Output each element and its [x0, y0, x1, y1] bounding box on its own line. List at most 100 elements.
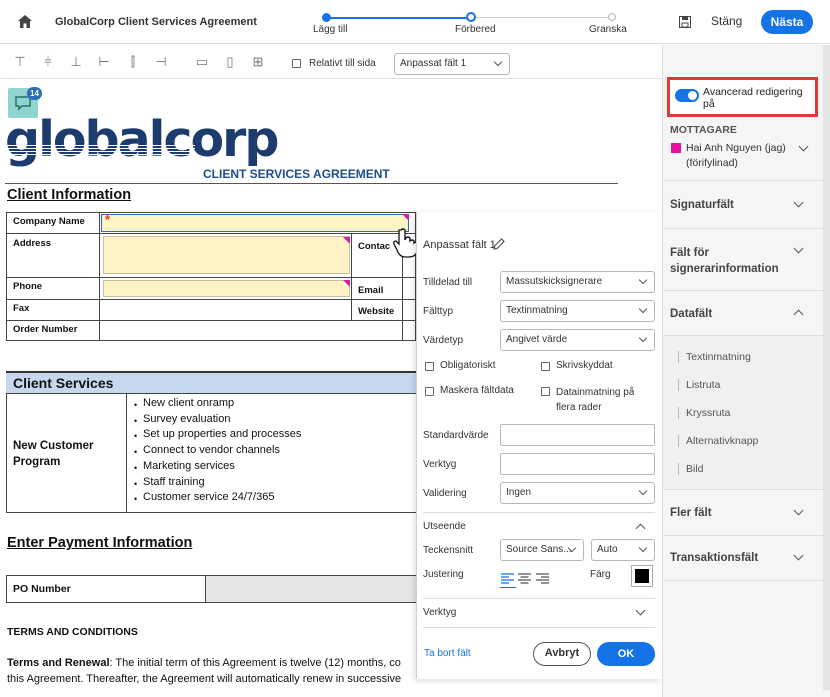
- relative-to-page-checkbox[interactable]: [292, 59, 301, 68]
- align-middle-icon[interactable]: ⫩: [41, 55, 55, 69]
- data-field-radio-button[interactable]: Alternativknapp: [686, 435, 758, 447]
- more-fields-section[interactable]: Fler fält: [670, 507, 712, 519]
- step-2-label[interactable]: Förbered: [455, 24, 496, 35]
- service-list-item: New client onramp: [143, 397, 235, 409]
- cancel-button[interactable]: Avbryt: [533, 642, 591, 666]
- color-label: Färg: [590, 569, 611, 580]
- appearance-section[interactable]: Utseende: [423, 521, 466, 532]
- field-type-label: Fälttyp: [423, 306, 454, 317]
- phone-label: Phone: [13, 281, 43, 292]
- align-top-icon[interactable]: ⊤: [13, 55, 27, 69]
- order-number-label: Order Number: [13, 324, 78, 335]
- home-icon[interactable]: [18, 15, 32, 28]
- ok-button[interactable]: OK: [597, 642, 655, 666]
- transaction-fields-section[interactable]: Transaktionsfält: [670, 552, 758, 564]
- edit-pencil-icon[interactable]: [493, 238, 505, 250]
- next-button[interactable]: Nästa: [761, 10, 813, 34]
- font-select[interactable]: Source Sans...: [500, 539, 584, 561]
- value-type-value: Angivet värde: [506, 334, 568, 345]
- tooltip-input[interactable]: [500, 453, 655, 475]
- data-field-list-box[interactable]: Listruta: [686, 379, 720, 391]
- align-bottom-icon[interactable]: ⊥: [69, 55, 83, 69]
- fax-label: Fax: [13, 303, 30, 314]
- readonly-label: Skrivskyddat: [556, 360, 613, 371]
- color-swatch[interactable]: [631, 565, 653, 587]
- program-label: New Customer Program: [13, 440, 94, 468]
- signer-info-section[interactable]: Fält för signerarinformation: [670, 245, 780, 277]
- address-field[interactable]: [103, 236, 350, 274]
- alignment-label: Justering: [423, 569, 464, 580]
- table-divider: [126, 393, 127, 513]
- align-center-text-icon[interactable]: [518, 573, 531, 584]
- field-marker: [402, 214, 409, 221]
- signature-fields-section[interactable]: Signaturfält: [670, 199, 734, 211]
- address-label: Address: [13, 238, 52, 249]
- align-left-icon[interactable]: ⊢: [97, 55, 111, 69]
- step-1-label[interactable]: Lägg till: [313, 24, 347, 35]
- subtitle-rule: [5, 183, 618, 184]
- chevron-down-icon: [638, 486, 648, 496]
- step-3-label[interactable]: Granska: [589, 24, 627, 35]
- bullet-dot: •: [134, 415, 138, 426]
- agreement-title: GlobalCorp Client Services Agreement: [55, 16, 257, 28]
- delete-field-link[interactable]: Ta bort fält: [424, 648, 471, 659]
- data-field-checkbox[interactable]: Kryssruta: [686, 407, 730, 419]
- align-center-icon[interactable]: ⫿: [126, 55, 140, 69]
- client-services-heading: Client Services: [13, 375, 114, 391]
- field-type-select[interactable]: Textinmatning: [500, 300, 655, 322]
- sidebar-divider: [662, 228, 830, 229]
- company-name-field[interactable]: [101, 214, 409, 232]
- data-fields-section[interactable]: Datafält: [670, 308, 712, 320]
- service-list-item: Survey evaluation: [143, 412, 231, 425]
- list-indent-line: [678, 379, 679, 391]
- validation-value: Ingen: [506, 487, 532, 498]
- terms-paragraph: Terms and Renewal: The initial term of t…: [7, 655, 419, 695]
- service-list-item: Marketing services: [143, 459, 235, 472]
- align-right-icon[interactable]: ⊣: [154, 55, 168, 69]
- recipient-name[interactable]: Hai Anh Nguyen (jag): [686, 142, 786, 154]
- align-left-text-icon[interactable]: [501, 573, 514, 584]
- step-2-dot[interactable]: [466, 12, 476, 22]
- data-field-text-input[interactable]: Textinmatning: [686, 351, 751, 363]
- required-checkbox[interactable]: [425, 362, 434, 371]
- bullet-dot: •: [134, 431, 138, 442]
- panel-title: Anpassat fält 1: [423, 239, 496, 251]
- align-right-text-icon[interactable]: [536, 573, 549, 584]
- multiline-checkbox[interactable]: [541, 387, 550, 396]
- panel-divider: [423, 598, 655, 599]
- match-width-icon[interactable]: ▭: [195, 55, 209, 69]
- value-type-select[interactable]: Angivet värde: [500, 329, 655, 351]
- panel-divider: [423, 512, 655, 513]
- step-1-dot[interactable]: [322, 13, 331, 22]
- tools-section[interactable]: Verktyg: [423, 607, 456, 618]
- match-size-icon[interactable]: ⊞: [251, 55, 265, 69]
- save-icon[interactable]: [679, 16, 691, 28]
- website-label: Website: [358, 306, 395, 317]
- bullet-dot: •: [134, 400, 138, 410]
- phone-field[interactable]: [103, 280, 350, 297]
- validation-select[interactable]: Ingen: [500, 482, 655, 504]
- field-select-value: Anpassat fält 1: [400, 58, 467, 69]
- mask-field-checkbox[interactable]: [425, 387, 434, 396]
- step-3-dot[interactable]: [608, 13, 616, 21]
- multiline-label: Datainmatning på flera rader: [556, 387, 635, 413]
- table-divider: [351, 233, 352, 321]
- assigned-to-select[interactable]: Massutskicksignerare: [500, 271, 655, 293]
- font-size-select[interactable]: Auto: [591, 539, 655, 561]
- payment-heading: Enter Payment Information: [7, 535, 193, 551]
- validation-label: Validering: [423, 488, 467, 499]
- sidebar-divider: [662, 180, 830, 181]
- close-button[interactable]: Stäng: [711, 14, 742, 28]
- field-select[interactable]: Anpassat fält 1: [394, 53, 510, 75]
- mask-field-label: Maskera fältdata: [440, 385, 514, 396]
- table-divider: [6, 320, 416, 321]
- data-field-image[interactable]: Bild: [686, 463, 704, 475]
- assigned-to-label: Tilldelad till: [423, 277, 473, 288]
- po-field[interactable]: [205, 576, 417, 602]
- advanced-edit-toggle[interactable]: [675, 89, 699, 102]
- match-height-icon[interactable]: ▯: [223, 55, 237, 69]
- email-label: Email: [358, 285, 384, 296]
- readonly-checkbox[interactable]: [541, 362, 550, 371]
- sidebar-scrollbar[interactable]: [823, 45, 830, 690]
- default-value-input[interactable]: [500, 424, 655, 446]
